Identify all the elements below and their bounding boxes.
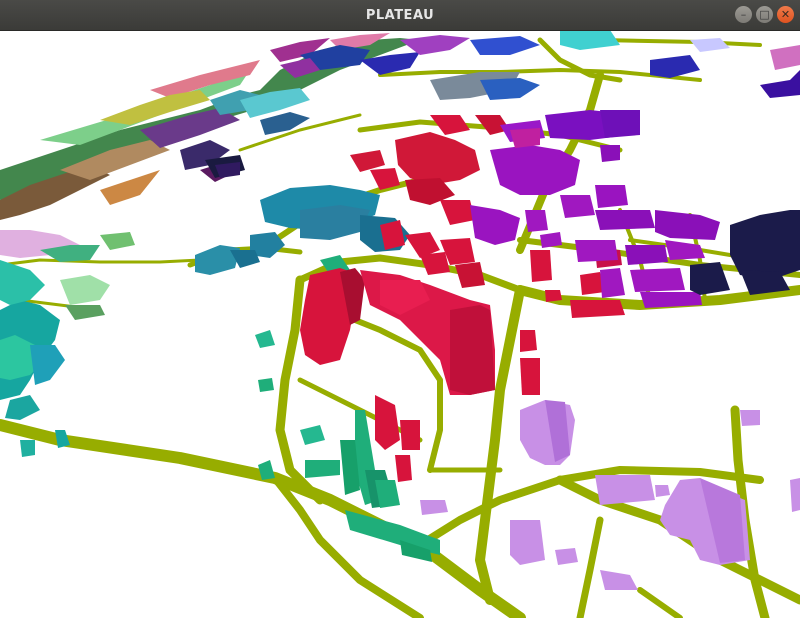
close-button[interactable]: ✕ xyxy=(777,6,794,23)
maximize-button[interactable]: □ xyxy=(756,6,773,23)
title-bar[interactable]: PLATEAU – □ ✕ xyxy=(0,0,800,31)
maximize-icon: □ xyxy=(759,8,770,21)
app-window: PLATEAU – □ ✕ xyxy=(0,0,800,618)
window-title: PLATEAU xyxy=(365,7,435,23)
3d-city-viewport[interactable] xyxy=(0,31,800,618)
minimize-icon: – xyxy=(740,8,747,21)
window-controls: – □ ✕ xyxy=(735,6,794,23)
left-teal-district xyxy=(0,232,135,457)
minimize-button[interactable]: – xyxy=(735,6,752,23)
close-icon: ✕ xyxy=(780,8,791,21)
